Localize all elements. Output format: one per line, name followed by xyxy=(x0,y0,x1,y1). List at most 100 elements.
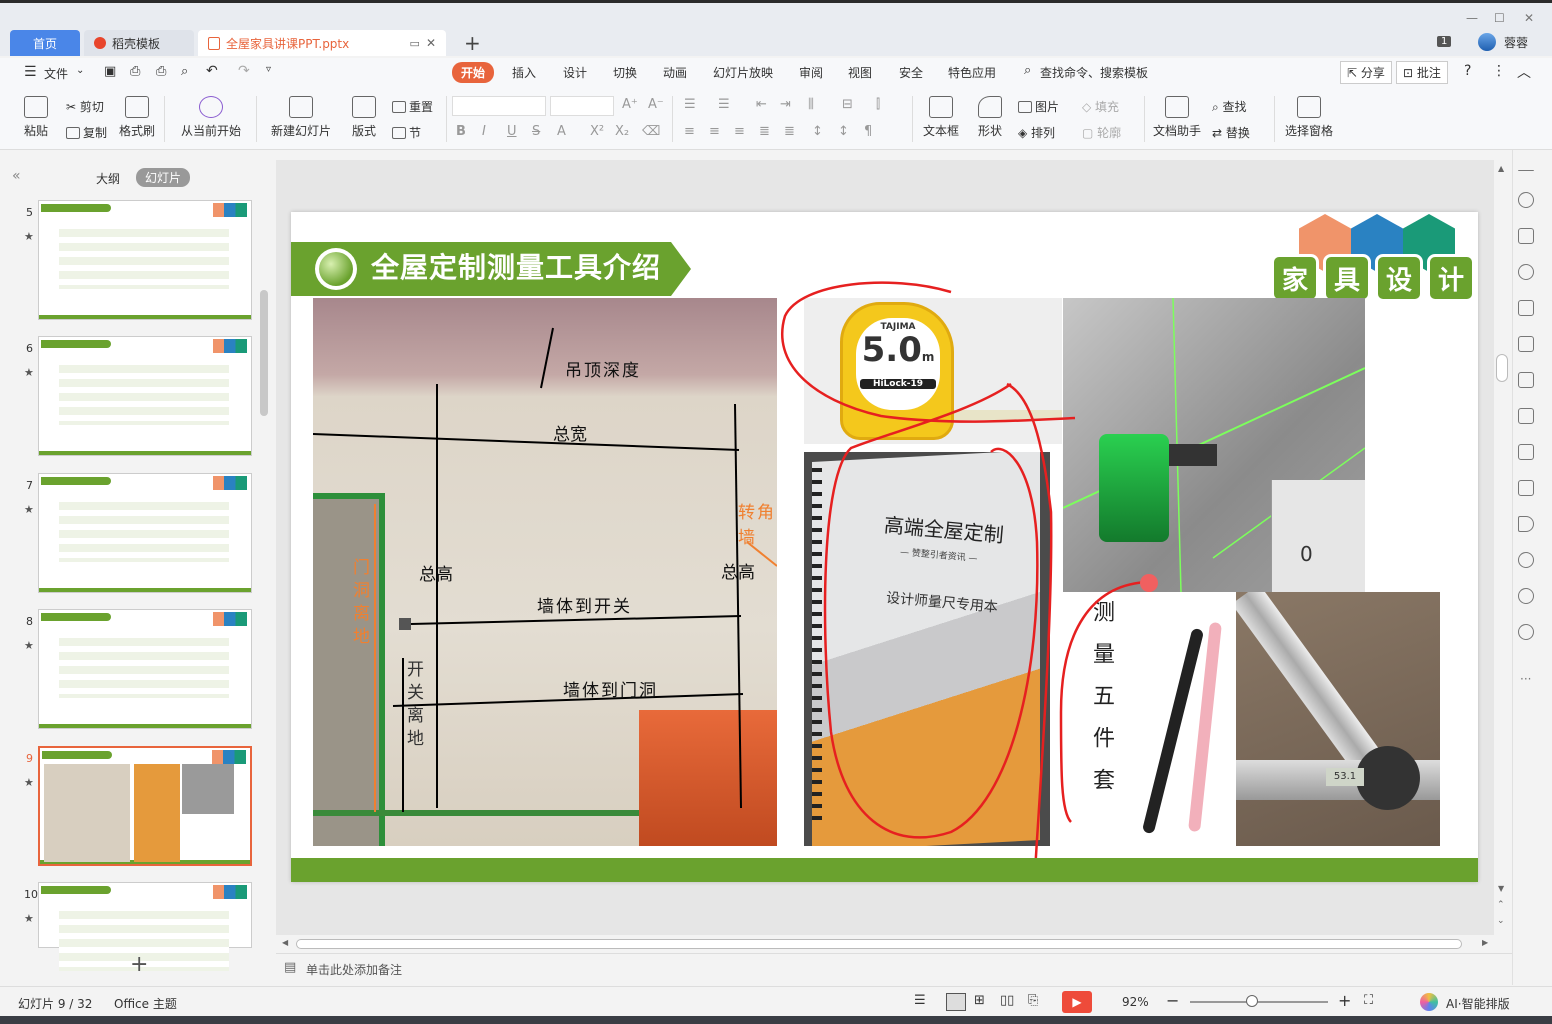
picture-button[interactable]: 图片 xyxy=(1018,98,1059,115)
tab-home[interactable]: 首页 xyxy=(10,30,80,56)
undo-icon[interactable]: ↶ xyxy=(206,63,218,79)
notes-pane[interactable]: ▤ 单击此处添加备注 xyxy=(276,953,1512,983)
close-tab-icon[interactable]: ✕ xyxy=(426,36,436,50)
slide-thumbnail[interactable] xyxy=(38,200,252,320)
redo-icon[interactable]: ↷ xyxy=(238,63,250,79)
paragraph-icon[interactable]: ¶ xyxy=(864,124,872,139)
notes-placeholder[interactable]: 单击此处添加备注 xyxy=(306,961,402,978)
menu-start[interactable]: 开始 xyxy=(452,62,495,83)
image-icon[interactable] xyxy=(1518,480,1534,496)
canvas-horizontal-scrollbar[interactable]: ◀ ▶ xyxy=(276,935,1494,953)
collapse-panel-icon[interactable]: « xyxy=(12,168,21,184)
slide-thumbnail[interactable] xyxy=(38,882,252,971)
canvas-vertical-scrollbar[interactable]: ▲ ▼ ⌃ ⌄ xyxy=(1494,160,1510,935)
menu-insert[interactable]: 插入 xyxy=(512,64,536,81)
image-library-icon[interactable] xyxy=(1518,372,1534,388)
text-direction-icon[interactable]: ⫼ xyxy=(808,97,814,112)
scroll-up-icon[interactable]: ▲ xyxy=(1498,164,1504,173)
superscript-icon[interactable]: X² xyxy=(590,124,604,139)
textbox-button[interactable]: 文本框 xyxy=(918,96,964,139)
monitor-icon[interactable]: ▭ xyxy=(410,37,420,50)
align-text-icon[interactable]: ⊟ xyxy=(842,97,853,112)
customize-icon[interactable]: ▿ xyxy=(266,64,271,75)
scroll-thumb[interactable] xyxy=(1496,354,1508,382)
selection-pane-button[interactable]: 选择窗格 xyxy=(1282,96,1336,139)
command-search[interactable]: 查找命令、搜索模板 xyxy=(1040,64,1148,81)
share-button[interactable]: ⇱ 分享 xyxy=(1340,61,1392,84)
minimize-icon[interactable]: — xyxy=(1466,11,1478,25)
more-tools-icon[interactable]: ··· xyxy=(1520,672,1531,686)
window-count-badge[interactable]: 1 xyxy=(1437,36,1452,47)
line-spacing-icon[interactable]: ↕ xyxy=(812,124,823,139)
preview-icon[interactable]: ⌕ xyxy=(181,64,188,79)
shrink-font-icon[interactable]: A⁻ xyxy=(648,97,664,112)
doc-helper-button[interactable]: 文档助手 xyxy=(1152,96,1202,139)
zoom-in-icon[interactable]: + xyxy=(1338,991,1351,1010)
play-button[interactable]: ▶ xyxy=(1062,991,1092,1013)
collapse-ribbon-icon[interactable]: ︿ xyxy=(1517,62,1531,82)
font-size-select[interactable] xyxy=(550,96,614,116)
fit-window-icon[interactable]: ⛶ xyxy=(1364,993,1373,1008)
settings-sliders-icon[interactable] xyxy=(1518,336,1534,352)
arrange-button[interactable]: ◈ 排列 xyxy=(1018,124,1055,141)
slide-thumbnail[interactable] xyxy=(38,336,252,456)
hamburger-icon[interactable]: ☰ xyxy=(24,64,37,80)
shapes-icon[interactable] xyxy=(1518,264,1534,280)
grow-font-icon[interactable]: A⁺ xyxy=(622,97,638,112)
menu-transition[interactable]: 切换 xyxy=(613,64,637,81)
fill-style-icon[interactable] xyxy=(1518,300,1534,316)
paragraph-spacing-icon[interactable]: ↕ xyxy=(838,124,849,139)
justify-icon[interactable]: ≣ xyxy=(759,124,770,139)
file-menu[interactable]: 文件 xyxy=(44,65,68,82)
maximize-icon[interactable]: ☐ xyxy=(1494,11,1505,25)
menu-animation[interactable]: 动画 xyxy=(663,64,687,81)
indent-decrease-icon[interactable]: ⇤ xyxy=(756,97,767,112)
archive-icon[interactable] xyxy=(1518,444,1534,460)
panel-scrollbar[interactable] xyxy=(260,290,268,416)
comment-button[interactable]: ⊡ 批注 xyxy=(1396,61,1448,84)
bullets-icon[interactable]: ☰ xyxy=(684,97,696,112)
avatar[interactable] xyxy=(1478,33,1496,51)
next-slide-icon[interactable]: ⌄ xyxy=(1497,916,1505,926)
scroll-left-icon[interactable]: ◀ xyxy=(282,938,288,947)
share-out-icon[interactable] xyxy=(1518,408,1534,424)
scroll-right-icon[interactable]: ▶ xyxy=(1482,938,1488,947)
section-button[interactable]: 节 xyxy=(392,124,421,141)
align-right-icon[interactable]: ≡ xyxy=(734,124,745,139)
more-icon[interactable]: ⋮ xyxy=(1492,63,1506,79)
menu-features[interactable]: 特色应用 xyxy=(948,64,996,81)
strike-icon[interactable]: S xyxy=(532,124,540,139)
notes-toggle-icon[interactable]: ☰ xyxy=(914,993,926,1008)
bold-icon[interactable]: B xyxy=(456,124,466,139)
columns-icon[interactable]: ⫿ xyxy=(876,97,880,112)
ai-layout-button[interactable]: AI·智能排版 xyxy=(1446,995,1510,1012)
new-tab-button[interactable]: + xyxy=(464,31,481,55)
replace-button[interactable]: ⇄ 替换 xyxy=(1212,124,1250,141)
chevron-down-icon[interactable]: ⌄ xyxy=(76,65,84,76)
subscript-icon[interactable]: X₂ xyxy=(615,124,629,139)
indent-increase-icon[interactable]: ⇥ xyxy=(780,97,791,112)
star-icon[interactable] xyxy=(1518,192,1534,208)
shield-icon[interactable] xyxy=(1518,552,1534,568)
fill-button[interactable]: ◇ 填充 xyxy=(1082,98,1119,115)
zoom-level[interactable]: 92% xyxy=(1122,995,1149,1009)
menu-slideshow[interactable]: 幻灯片放映 xyxy=(713,64,773,81)
outline-button[interactable]: ▢ 轮廓 xyxy=(1082,124,1121,141)
shape-button[interactable]: 形状 xyxy=(972,96,1008,139)
audio-icon[interactable] xyxy=(1518,516,1534,532)
menu-design[interactable]: 设计 xyxy=(563,64,587,81)
slide-thumbnail[interactable] xyxy=(38,473,252,593)
minimize-pane-icon[interactable] xyxy=(1518,170,1534,172)
save-icon[interactable]: ▣ xyxy=(104,64,116,79)
menu-review[interactable]: 审阅 xyxy=(799,64,823,81)
reset-button[interactable]: 重置 xyxy=(392,98,433,115)
clear-format-icon[interactable]: ⌫ xyxy=(642,124,660,139)
copy-style-icon[interactable] xyxy=(1518,228,1534,244)
format-painter-button[interactable]: 格式刷 xyxy=(118,96,156,139)
find-button[interactable]: ⌕ 查找 xyxy=(1212,98,1247,115)
zoom-out-icon[interactable]: − xyxy=(1166,991,1179,1010)
outline-tab[interactable]: 大纲 xyxy=(96,170,120,187)
zoom-slider[interactable] xyxy=(1190,1001,1328,1003)
slides-tab[interactable]: 幻灯片 xyxy=(136,168,191,187)
align-left-icon[interactable]: ≡ xyxy=(684,124,695,139)
